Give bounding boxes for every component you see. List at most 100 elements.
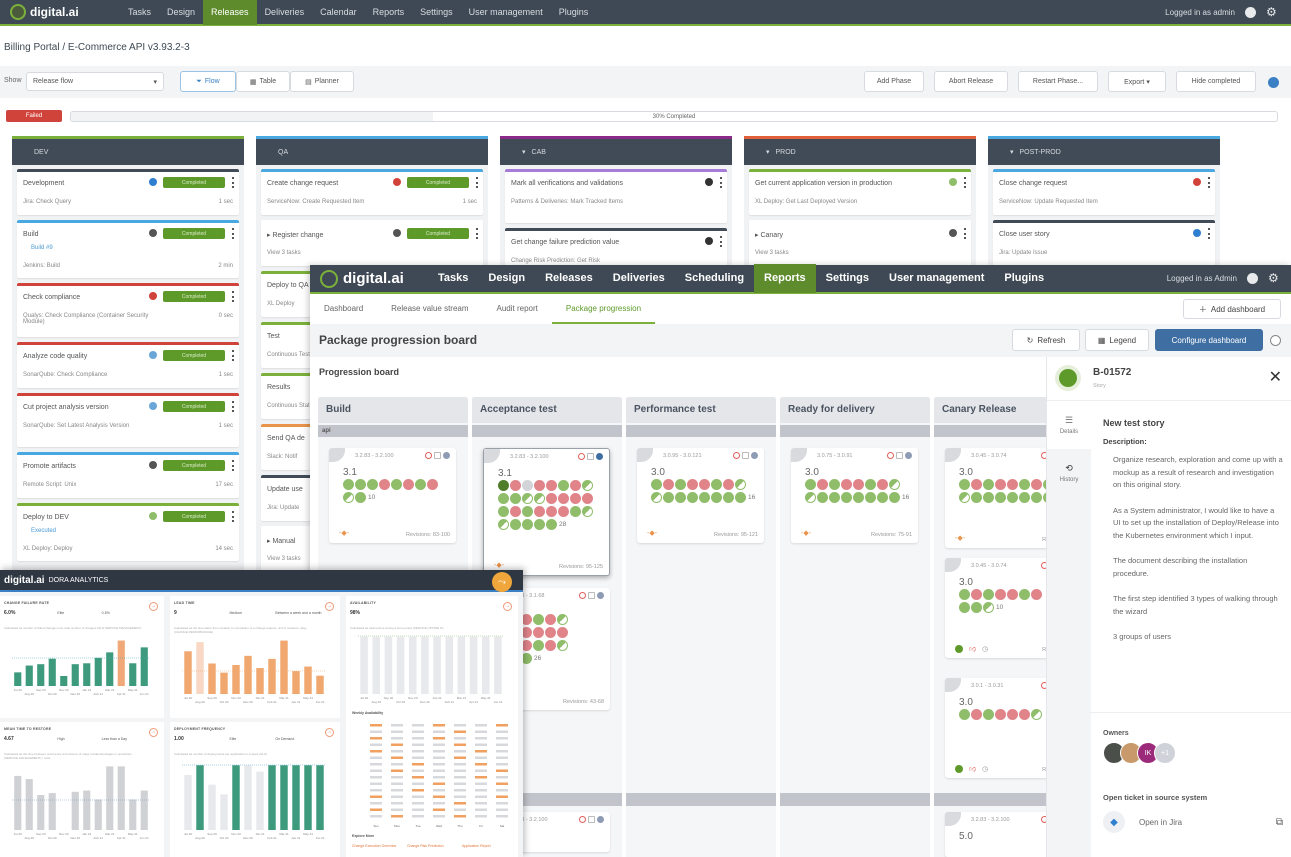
story-dot[interactable]	[1031, 479, 1042, 490]
story-dot[interactable]	[510, 493, 521, 504]
story-dot[interactable]	[699, 492, 710, 503]
weekly-availability-cell[interactable]	[454, 776, 466, 779]
story-dot[interactable]	[841, 492, 852, 503]
cfr-bar[interactable]	[71, 664, 79, 686]
availability-bar[interactable]	[494, 636, 502, 694]
cfr-bar[interactable]	[25, 665, 33, 686]
deployment-frequency-bar[interactable]	[244, 765, 252, 830]
story-dot[interactable]	[546, 493, 557, 504]
package-card[interactable]: 3.0.75 - 3.0.91 3.0 16 Revisions: 75-91 -◆-	[791, 448, 918, 543]
story-dot[interactable]	[1019, 709, 1030, 720]
weekly-availability-cell[interactable]	[433, 808, 445, 812]
mttr-bar[interactable]	[71, 791, 79, 830]
weekly-availability-cell[interactable]	[412, 795, 424, 799]
task-card[interactable]: Build Build #9 Jenkins: Build 2 min Complete…	[17, 220, 239, 278]
story-dot[interactable]	[995, 709, 1006, 720]
weekly-availability-cell[interactable]	[370, 750, 382, 753]
task-card[interactable]: Get current application version in produ…	[749, 169, 971, 215]
weekly-availability-cell[interactable]	[433, 789, 445, 792]
nav-plugins[interactable]: Plugins	[994, 264, 1054, 293]
weekly-availability-cell[interactable]	[496, 776, 508, 779]
cfr-bar[interactable]	[106, 652, 114, 686]
more-options-icon[interactable]	[232, 177, 234, 188]
nav-calendar[interactable]: Calendar	[312, 0, 365, 25]
weekly-availability-cell[interactable]	[370, 795, 382, 799]
analytics-icon[interactable]: ⤳	[492, 572, 512, 592]
availability-bar[interactable]	[421, 636, 429, 694]
deployment-frequency-bar[interactable]	[280, 765, 288, 830]
weekly-availability-cell[interactable]	[433, 724, 445, 727]
story-dot[interactable]	[853, 492, 864, 503]
weekly-availability-cell[interactable]	[391, 776, 403, 779]
story-dot[interactable]	[983, 479, 994, 490]
story-dot[interactable]	[1031, 589, 1042, 600]
tab-release-value-stream[interactable]: Release value stream	[377, 294, 482, 324]
story-dot[interactable]	[533, 627, 544, 638]
story-dot[interactable]	[1019, 492, 1030, 503]
deployment-frequency-bar[interactable]	[232, 765, 240, 830]
mttr-bar[interactable]	[83, 790, 91, 830]
tab-audit-report[interactable]: Audit report	[483, 294, 552, 324]
package-card[interactable]: 3.2.83 - 3.2.100 3.1 10 Revisions: 83-100 -◆…	[329, 448, 456, 543]
story-dot[interactable]	[498, 506, 509, 517]
weekly-availability-cell[interactable]	[391, 750, 403, 753]
weekly-availability-cell[interactable]	[496, 737, 508, 740]
cfr-bar[interactable]	[14, 672, 22, 686]
weekly-availability-cell[interactable]	[475, 795, 487, 799]
weekly-availability-cell[interactable]	[391, 743, 403, 747]
external-link-icon[interactable]: ⧉	[1276, 817, 1283, 828]
gear-icon[interactable]: ⚙	[1268, 272, 1279, 284]
story-dot[interactable]	[735, 492, 746, 503]
hide-completed-button[interactable]: Hide completed	[1176, 71, 1256, 92]
weekly-availability-cell[interactable]	[475, 802, 487, 805]
story-dot[interactable]	[546, 480, 557, 491]
task-card[interactable]: Close change request ServiceNow: Update R…	[993, 169, 1215, 215]
task-card[interactable]: Analyze code quality SonarQube: Check Com…	[17, 342, 239, 388]
story-dot[interactable]	[723, 479, 734, 490]
story-dot[interactable]	[570, 480, 581, 491]
weekly-availability-cell[interactable]	[496, 795, 508, 799]
story-dot[interactable]	[1007, 589, 1018, 600]
approve-icon[interactable]	[955, 764, 963, 773]
weekly-availability-cell[interactable]	[391, 782, 403, 786]
story-dot[interactable]	[971, 602, 982, 613]
caret-down-icon[interactable]: ▾	[766, 148, 770, 156]
gear-icon[interactable]: ⚙	[1266, 6, 1277, 18]
lead-time-bar[interactable]	[268, 658, 276, 694]
explore-link[interactable]: Application Report	[462, 844, 491, 848]
lead-time-bar[interactable]	[232, 665, 240, 694]
story-dot[interactable]	[415, 479, 426, 490]
phase-header[interactable]: ▾ PROD	[744, 139, 976, 165]
story-dot[interactable]	[557, 627, 568, 638]
nav-tasks[interactable]: Tasks	[428, 264, 478, 293]
mttr-bar[interactable]	[140, 790, 148, 830]
nav-deliveries[interactable]: Deliveries	[257, 0, 313, 25]
weekly-availability-cell[interactable]	[412, 776, 424, 779]
story-dot[interactable]	[723, 492, 734, 503]
story-dot[interactable]	[983, 709, 994, 720]
weekly-availability-cell[interactable]	[454, 795, 466, 799]
weekly-availability-cell[interactable]	[391, 815, 403, 818]
digitalai-logo[interactable]: digital.ai	[0, 4, 120, 20]
story-dot[interactable]	[510, 480, 521, 491]
nav-user-management[interactable]: User management	[461, 0, 551, 25]
weekly-availability-cell[interactable]	[391, 789, 403, 792]
story-dot[interactable]	[663, 479, 674, 490]
weekly-availability-cell[interactable]	[454, 802, 466, 805]
story-dot[interactable]	[971, 492, 982, 503]
story-dot[interactable]	[1031, 492, 1042, 503]
weekly-availability-cell[interactable]	[475, 756, 487, 760]
task-card[interactable]: Cut project analysis version SonarQube: S…	[17, 393, 239, 447]
tab-package-progression[interactable]: Package progression	[551, 294, 656, 324]
story-dot[interactable]	[510, 519, 521, 530]
story-dot[interactable]	[570, 506, 581, 517]
cfr-bar[interactable]	[37, 664, 45, 686]
task-card[interactable]: Mark all verifications and validations Pa…	[505, 169, 727, 223]
weekly-availability-cell[interactable]	[475, 776, 487, 779]
story-dot[interactable]	[1031, 709, 1042, 720]
story-dot[interactable]	[959, 709, 970, 720]
story-dot[interactable]	[510, 506, 521, 517]
more-options-icon[interactable]	[1208, 228, 1210, 239]
refresh-button[interactable]: ↻ Refresh	[1012, 329, 1080, 351]
nav-reports[interactable]: Reports	[754, 264, 816, 293]
